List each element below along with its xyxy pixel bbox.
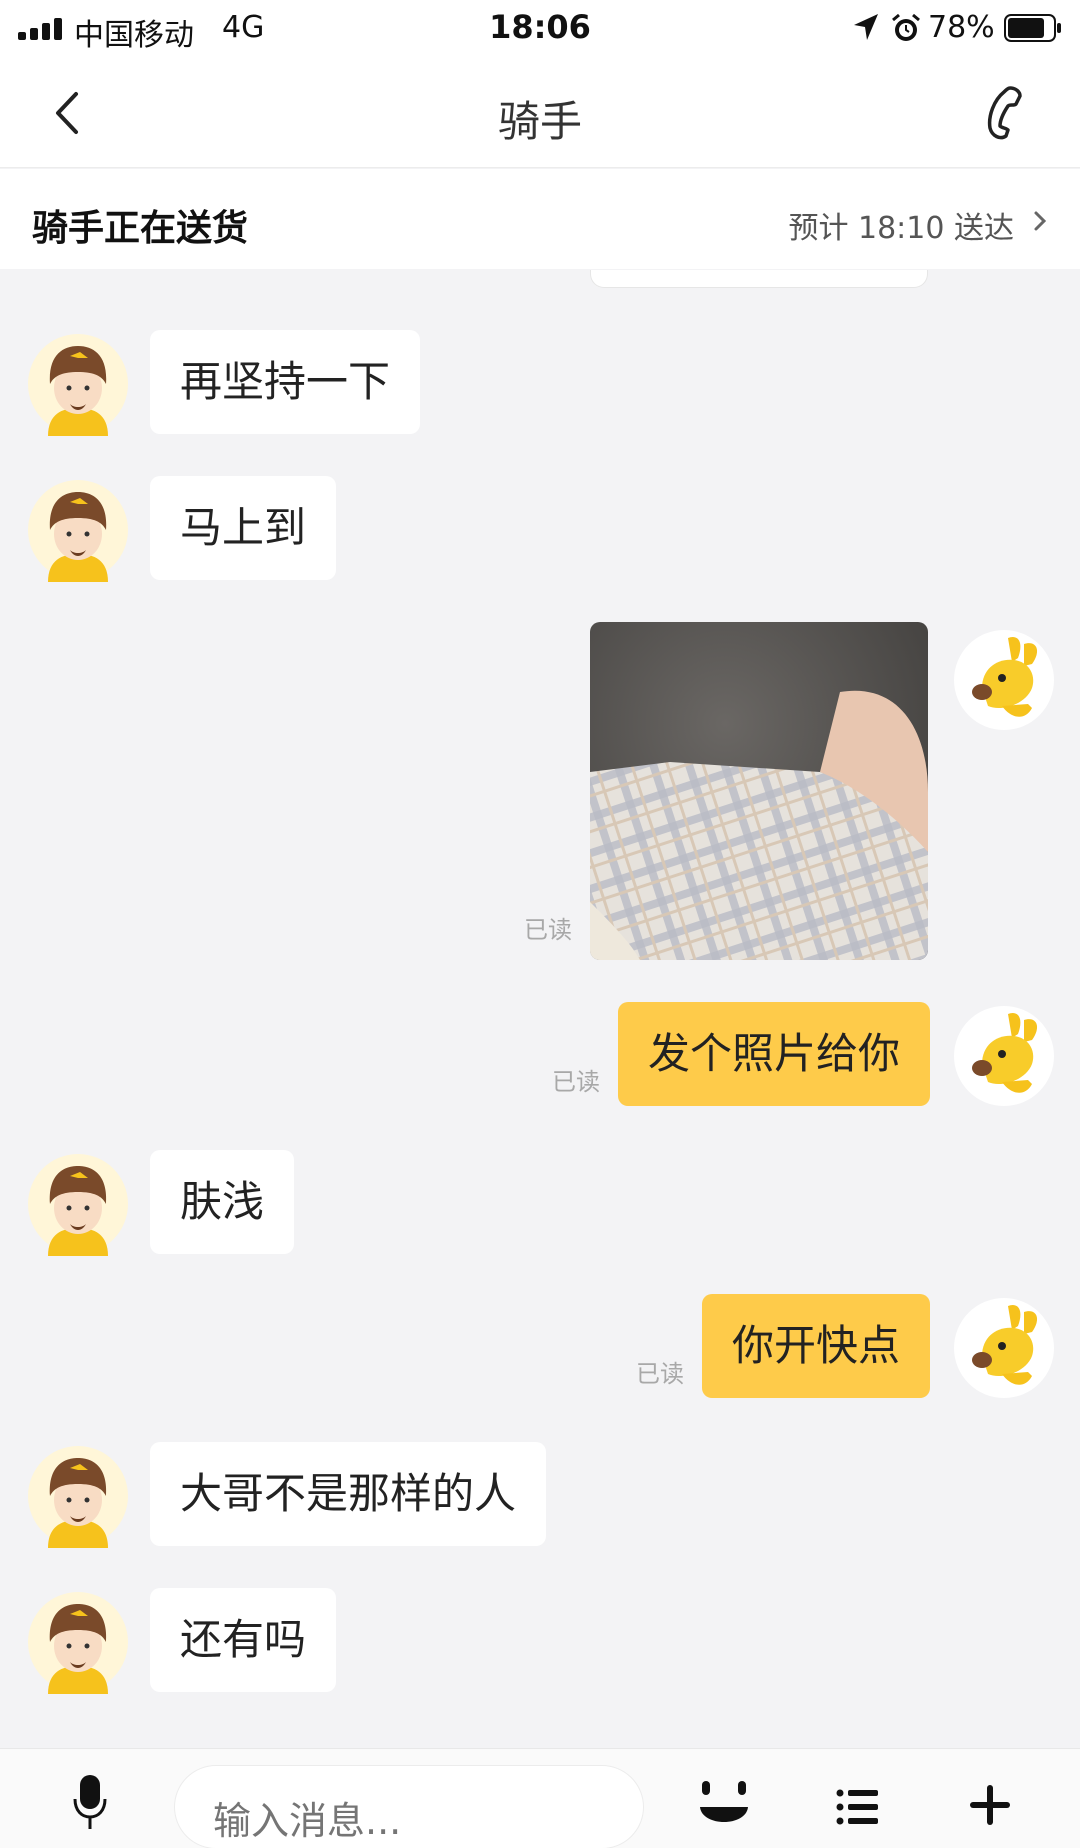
list-icon[interactable]	[836, 1787, 878, 1827]
battery-percent: 78%	[928, 10, 995, 45]
chevron-right-icon	[1034, 211, 1047, 231]
delivery-status-banner[interactable]: 骑手正在送货 预计 18:10 送达	[0, 169, 1080, 269]
kangaroo-icon	[954, 1006, 1054, 1106]
emoji-icon[interactable]	[696, 1779, 752, 1835]
chat-title: 骑手	[497, 97, 582, 146]
battery-icon	[1004, 14, 1061, 42]
chat-header: 骑手	[0, 58, 1080, 168]
message-bubble-incoming[interactable]: 再坚持一下	[150, 330, 421, 434]
status-bar: 中国移动 4G 18:06 78%	[0, 0, 1080, 58]
rider-avatar[interactable]	[26, 478, 130, 582]
rider-avatar[interactable]	[26, 1444, 130, 1548]
plus-icon[interactable]	[968, 1783, 1012, 1827]
rider-avatar[interactable]	[26, 332, 130, 436]
message-list[interactable]: 再坚持一下 马上到 已读 已读 发个照片给你 肤浅 已读 你开快点 大哥不是那样…	[0, 270, 1080, 1748]
read-receipt: 已读	[636, 1360, 684, 1388]
rider-face-icon	[28, 1154, 128, 1256]
user-avatar[interactable]	[952, 1004, 1056, 1108]
photo-thumbnail	[590, 622, 928, 960]
rider-avatar[interactable]	[26, 1152, 130, 1256]
message-bubble-incoming[interactable]: 还有吗	[150, 1588, 337, 1692]
message-bubble-incoming[interactable]: 马上到	[150, 476, 337, 580]
read-receipt: 已读	[552, 1068, 600, 1096]
user-avatar[interactable]	[952, 1296, 1056, 1400]
rider-face-icon	[28, 1592, 128, 1694]
read-receipt: 已读	[524, 916, 572, 944]
message-bubble-outgoing[interactable]: 发个照片给你	[617, 1002, 930, 1106]
kangaroo-icon	[954, 630, 1054, 730]
delivery-status: 骑手正在送货	[32, 208, 249, 249]
delivery-eta: 预计 18:10 送达	[788, 211, 1014, 246]
photo-message[interactable]	[590, 622, 928, 960]
previous-message-edge	[590, 270, 928, 288]
message-input-bar	[0, 1748, 1080, 1848]
rider-avatar[interactable]	[26, 1590, 130, 1694]
alarm-icon	[892, 13, 920, 41]
phone-icon[interactable]	[980, 84, 1026, 140]
message-bubble-incoming[interactable]: 大哥不是那样的人	[150, 1442, 547, 1546]
location-icon	[854, 14, 878, 40]
rider-face-icon	[28, 480, 128, 582]
message-bubble-incoming[interactable]: 肤浅	[150, 1150, 295, 1254]
message-bubble-outgoing[interactable]: 你开快点	[701, 1294, 930, 1398]
mic-icon[interactable]	[72, 1771, 108, 1833]
message-input[interactable]	[174, 1765, 644, 1848]
rider-face-icon	[28, 1446, 128, 1548]
kangaroo-icon	[954, 1298, 1054, 1398]
user-avatar[interactable]	[952, 628, 1056, 732]
rider-face-icon	[28, 334, 128, 436]
